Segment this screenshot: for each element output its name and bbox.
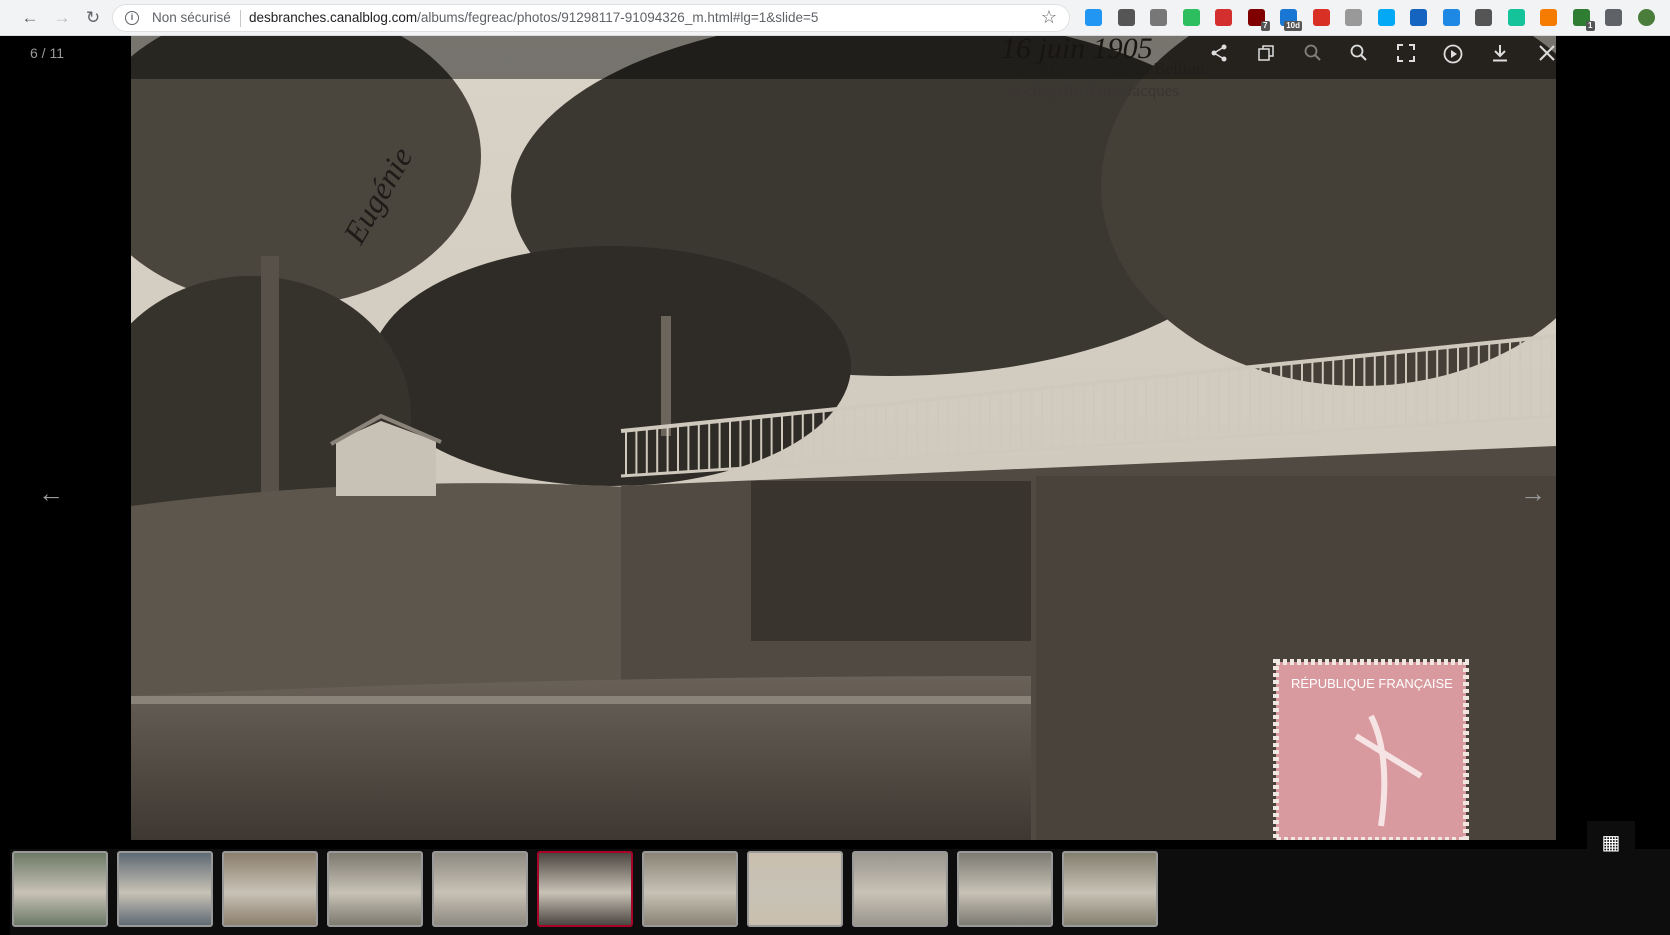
browser-toolbar: ← → ↻ i Non sécurisé desbranches.canalbl… xyxy=(0,0,1670,36)
pinterest-icon[interactable] xyxy=(1117,9,1135,26)
stamp-text: RÉPUBLIQUE FRANÇAISE xyxy=(1291,676,1453,691)
zoom-in-icon[interactable] xyxy=(1346,44,1372,68)
url-domain: desbranches.canalblog.com xyxy=(249,10,418,25)
extension-badge: 10d xyxy=(1284,21,1302,31)
omnibox-divider xyxy=(240,10,241,27)
camera-icon[interactable] xyxy=(1150,9,1167,26)
close-icon[interactable] xyxy=(1534,44,1560,68)
thumbnail[interactable] xyxy=(957,851,1053,927)
thumbnail[interactable] xyxy=(852,851,948,927)
ext-icon-13[interactable] xyxy=(1475,9,1492,26)
thumbnail-grid-toggle-icon[interactable]: ▦ xyxy=(1587,821,1635,865)
ublock-icon[interactable]: 7 xyxy=(1247,9,1270,31)
download-icon[interactable] xyxy=(1487,44,1513,68)
postcard-caption-line2: et chapelle Saint-Jacques xyxy=(1008,81,1179,100)
address-bar[interactable]: i Non sécurisé desbranches.canalblog.com… xyxy=(112,4,1070,32)
thumbnail[interactable] xyxy=(222,851,318,927)
gmail-icon[interactable] xyxy=(1312,9,1330,26)
url-path: /albums/fegreac/photos/91298117-91094326… xyxy=(417,10,819,25)
calendar-icon[interactable]: 10d xyxy=(1280,9,1302,31)
analytics-icon[interactable]: 1 xyxy=(1572,9,1595,31)
thumbnail[interactable] xyxy=(537,851,633,927)
forward-icon[interactable]: → xyxy=(52,8,72,28)
thumbnail[interactable] xyxy=(1062,851,1158,927)
thumbnail[interactable] xyxy=(327,851,423,927)
share-icon[interactable] xyxy=(1206,44,1232,68)
thumbnail-strip xyxy=(10,849,1670,935)
extension-badge: 7 xyxy=(1261,21,1270,31)
bookmark-star-icon[interactable]: ☆ xyxy=(1041,7,1057,28)
security-label[interactable]: Non sécurisé xyxy=(152,10,231,25)
reader-icon[interactable] xyxy=(1410,9,1427,26)
thumbnail[interactable] xyxy=(12,851,108,927)
copy-icon[interactable] xyxy=(1253,44,1279,68)
main-photo: 16 juin 1905 FÉGRÉAC - Pont du Bellion e… xyxy=(131,36,1556,840)
grammarly-icon[interactable] xyxy=(1507,9,1525,26)
thumbnail[interactable] xyxy=(642,851,738,927)
zoom-out-icon[interactable] xyxy=(1300,44,1326,68)
puzzle-icon[interactable] xyxy=(1605,9,1622,26)
slide-counter: 6 / 11 xyxy=(30,45,64,61)
reload-icon[interactable]: ↻ xyxy=(83,8,103,28)
fullscreen-icon[interactable] xyxy=(1393,44,1419,68)
prev-arrow-icon[interactable]: ← xyxy=(38,478,64,509)
thumbnail[interactable] xyxy=(432,851,528,927)
evernote-icon[interactable] xyxy=(1182,9,1200,26)
thumbnail[interactable] xyxy=(747,851,843,927)
copy-icon[interactable] xyxy=(1345,9,1362,26)
lightbox-viewer: 6 / 11 ← → 16 juin 1905 FÉGRÉAC - Pont d… xyxy=(10,36,1670,935)
extension-badge: 1 xyxy=(1586,21,1595,31)
next-arrow-icon[interactable]: → xyxy=(1520,478,1546,509)
url-text[interactable]: desbranches.canalblog.com/albums/fegreac… xyxy=(249,10,818,25)
info-icon[interactable]: i xyxy=(125,11,139,25)
ext-icon-5[interactable] xyxy=(1215,9,1232,26)
ext-icon-1[interactable] xyxy=(1085,9,1102,26)
star-badge-icon[interactable] xyxy=(1442,9,1460,26)
ext-icon-15[interactable] xyxy=(1540,9,1557,26)
autoplay-icon[interactable] xyxy=(1440,44,1466,70)
back-icon[interactable]: ← xyxy=(20,8,40,28)
thumbnail[interactable] xyxy=(117,851,213,927)
ext-icon-10[interactable] xyxy=(1377,9,1395,26)
profile-avatar-icon[interactable] xyxy=(1637,9,1655,26)
